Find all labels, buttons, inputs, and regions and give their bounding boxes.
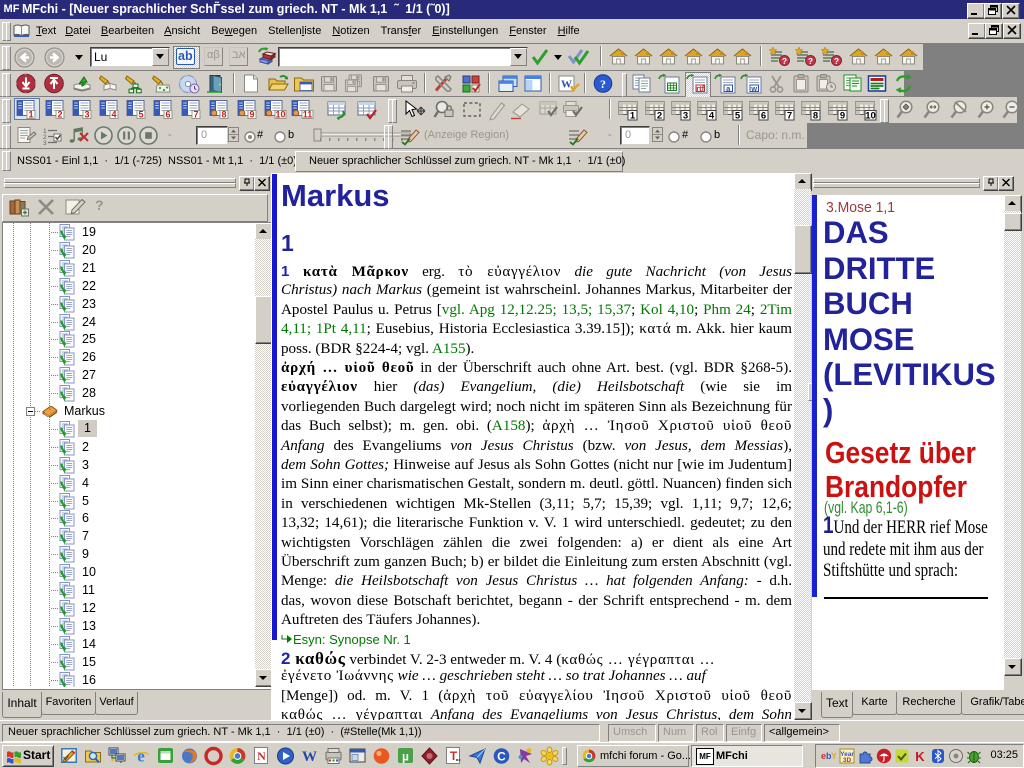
svg-text:?: ? (834, 56, 839, 66)
svg-text:W: W (302, 749, 317, 765)
svg-text:9: 9 (840, 111, 845, 122)
svg-text:11: 11 (303, 110, 313, 120)
svg-text:6: 6 (165, 110, 170, 120)
svg-text:5: 5 (138, 110, 143, 120)
svg-text:rtf: rtf (696, 84, 704, 93)
svg-text:3: 3 (84, 110, 89, 120)
svg-text:9: 9 (249, 110, 254, 120)
svg-text:?: ? (808, 56, 813, 66)
svg-text:6: 6 (761, 111, 766, 122)
svg-text:1: 1 (28, 110, 33, 120)
svg-text:e: e (137, 747, 145, 766)
svg-text:N: N (257, 749, 266, 763)
svg-text:w: w (750, 84, 757, 93)
svg-text:1: 1 (630, 111, 636, 122)
svg-text:7: 7 (193, 110, 198, 120)
svg-text:2: 2 (57, 110, 62, 120)
svg-text:?: ? (600, 77, 606, 91)
svg-text:W: W (561, 79, 572, 91)
svg-text:µ: µ (402, 750, 409, 764)
svg-text:K: K (915, 749, 925, 764)
svg-text:2: 2 (657, 111, 662, 122)
svg-text:Y: Y (831, 751, 836, 761)
svg-text:8: 8 (221, 110, 226, 120)
svg-text:5: 5 (735, 111, 741, 122)
svg-text:10: 10 (275, 110, 285, 120)
svg-text:3: 3 (43, 140, 47, 146)
svg-text:4: 4 (709, 111, 715, 122)
svg-text:4: 4 (111, 110, 116, 120)
svg-text:C: C (497, 750, 506, 764)
svg-text:3: 3 (683, 111, 688, 122)
svg-text:8: 8 (813, 111, 818, 122)
svg-text:10: 10 (865, 111, 876, 122)
svg-text:3D: 3D (843, 757, 852, 764)
svg-text:7: 7 (787, 111, 792, 122)
svg-text:?: ? (782, 56, 787, 66)
